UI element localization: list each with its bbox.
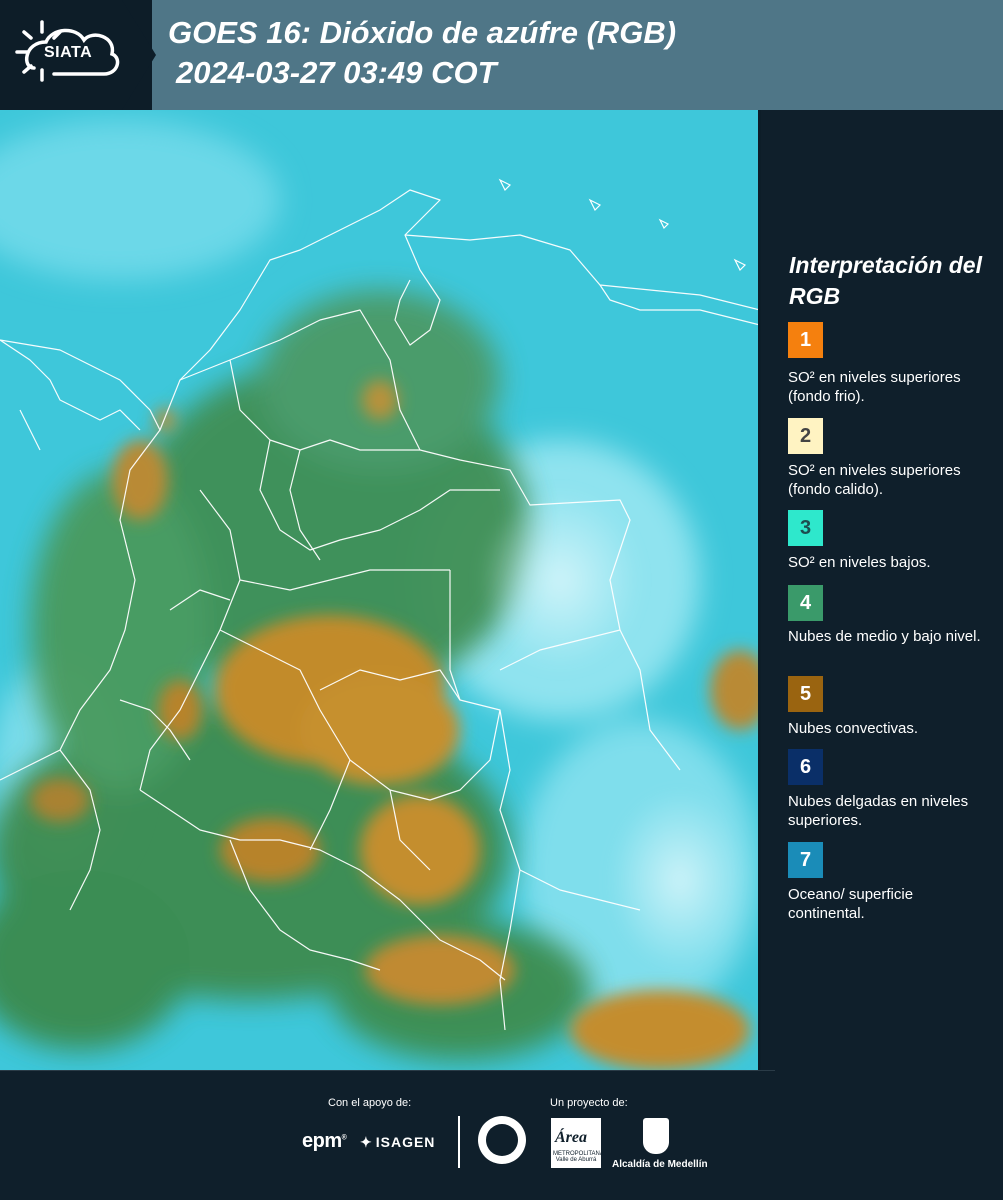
legend-label-7: Oceano/ superficie continental. [788, 886, 914, 922]
header-bar: SIATA GOES 16: Dióxido de azúfre (RGB) 2… [0, 0, 1003, 110]
project-label: Un proyecto de: [550, 1097, 628, 1109]
satellite-map-graphic [0, 110, 760, 1070]
legend-label-5: Nubes convectivas. [788, 720, 919, 737]
page-title: GOES 16: Dióxido de azúfre (RGB) [168, 15, 677, 50]
legend-number: 1 [799, 329, 812, 351]
legend-swatch-2: 2 [788, 418, 823, 454]
satellite-image [0, 110, 760, 1070]
footer: Con el apoyo de: Un proyecto de: epm® ✦ I… [0, 1070, 1003, 1200]
support-label: Con el apoyo de: [328, 1097, 412, 1109]
legend-label-2: SO² en niveles superiores (fondo calido)… [788, 462, 961, 498]
isagen-logo: ✦ ISAGEN [360, 1134, 435, 1151]
legend-label-6: Nubes delgadas en niveles superiores. [788, 793, 969, 829]
legend-label-4: Nubes de medio y bajo nivel. [788, 628, 981, 645]
legend-swatch-3: 3 [788, 510, 823, 546]
isagen-logo-text: ISAGEN [375, 1134, 436, 1150]
area-logo-subtext: METROPOLITANA Valle de Aburrá [553, 1151, 604, 1163]
legend-label-1: SO² en niveles superiores (fondo frio). [788, 369, 961, 405]
legend-label-3: SO² en niveles bajos. [788, 554, 931, 571]
epm-logo-text: epm [302, 1130, 342, 1152]
logo-text: SIATA [44, 44, 93, 61]
footer-divider-line [0, 1070, 775, 1071]
legend-swatch-5: 5 [788, 676, 823, 712]
area-metropolitana-logo: Área METROPOLITANA Valle de Aburrá [551, 1118, 604, 1168]
area-logo-text: Área [555, 1129, 587, 1146]
legend-number: 2 [799, 425, 812, 447]
legend-panel: Interpretación del RGB 1 SO² en niveles … [761, 110, 1003, 1070]
legend-number: 6 [799, 756, 812, 778]
legend-swatch-4: 4 [788, 585, 823, 621]
legend-number: 3 [799, 517, 812, 539]
page-subtitle-timestamp: 2024-03-27 03:49 COT [176, 55, 497, 90]
legend-title: Interpretación del RGB [789, 252, 982, 309]
legend-number: 7 [799, 849, 812, 871]
legend-swatch-7: 7 [788, 842, 823, 878]
legend-number: 4 [799, 592, 812, 614]
legend-swatch-6: 6 [788, 749, 823, 785]
epm-logo: epm® [302, 1130, 347, 1152]
legend-number: 5 [799, 683, 812, 705]
alcaldia-medellin-logo-text: Alcaldía de Medellín [612, 1159, 708, 1170]
isagen-mark-icon: ✦ [360, 1134, 373, 1150]
legend-swatch-1: 1 [788, 322, 823, 358]
footer-vertical-divider [458, 1116, 460, 1168]
medellin-shield-icon [643, 1118, 669, 1154]
universidad-seal-icon [478, 1116, 526, 1164]
logo-chevron [122, 0, 156, 110]
seal-inner [486, 1124, 518, 1156]
